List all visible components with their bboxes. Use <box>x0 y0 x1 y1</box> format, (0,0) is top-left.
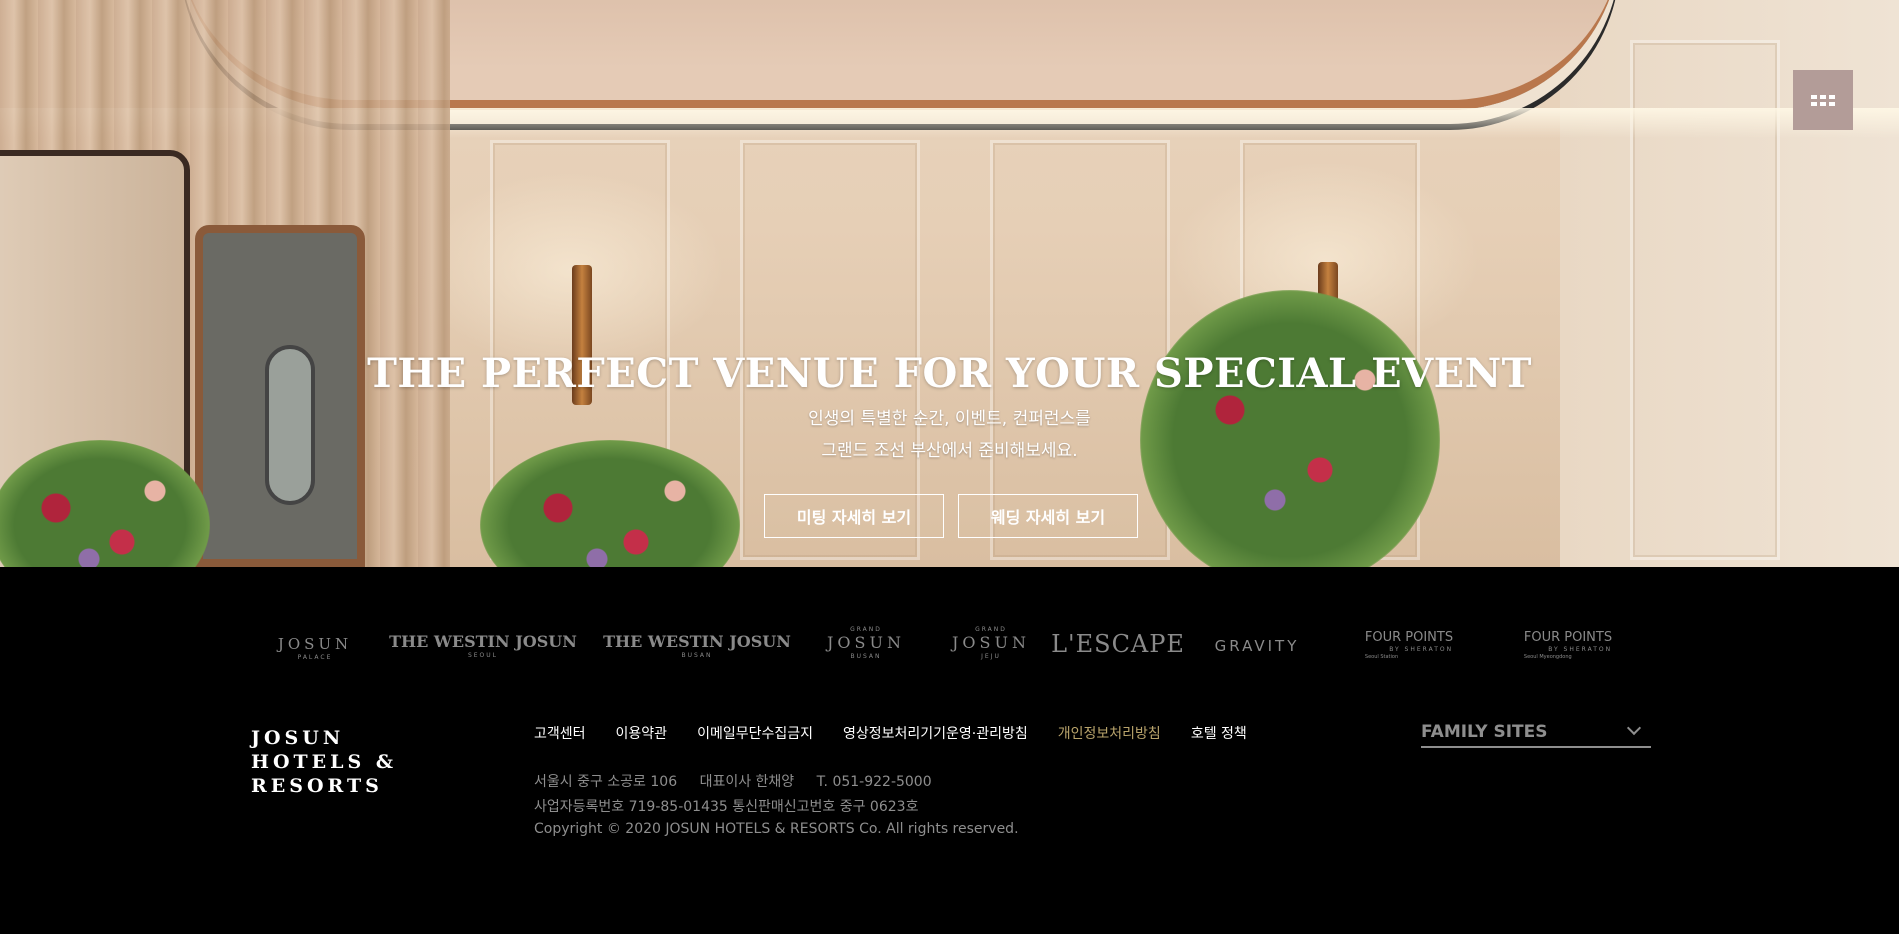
hero-subtitle-line1: 인생의 특별한 순간, 이벤트, 컨퍼런스를 <box>808 409 1091 429</box>
hero-title: THE PERFECT VENUE FOR YOUR SPECIAL EVENT <box>367 350 1532 397</box>
brand-grand-josun-busan[interactable]: GRAND JOSUN BUSAN <box>827 626 905 660</box>
nav-email-policy[interactable]: 이메일무단수집금지 <box>697 723 813 743</box>
registration-info: 사업자등록번호 719-85-01435 통신판매신고번호 중구 0623호 <box>534 799 919 815</box>
nav-customer-center[interactable]: 고객센터 <box>534 723 586 743</box>
nav-hotel-policy[interactable]: 호텔 정책 <box>1191 723 1247 743</box>
brand-four-points-myeongdong[interactable]: FOUR POINTS BY SHERATON Seoul Myeongdong <box>1524 626 1612 660</box>
logo-line: RESORTS <box>251 775 383 797</box>
brand-gravity[interactable]: GRAVITY <box>1215 636 1300 655</box>
logo-line: JOSUN <box>251 727 345 749</box>
nav-terms[interactable]: 이용약관 <box>616 723 668 743</box>
hero-subtitle-line2: 그랜드 조선 부산에서 준비해보세요. <box>821 441 1078 461</box>
chevron-down-icon <box>1626 720 1642 736</box>
grid-menu-icon <box>1811 94 1835 106</box>
menu-button[interactable] <box>1793 70 1853 130</box>
brand-logo-strip: JOSUN PALACE THE WESTIN JOSUN SEOUL THE … <box>0 610 1899 680</box>
family-sites-dropdown[interactable]: FAMILY SITES <box>1421 718 1651 748</box>
nav-privacy-policy[interactable]: 개인정보처리방침 <box>1058 723 1161 743</box>
family-sites-label: FAMILY SITES <box>1421 722 1548 742</box>
brand-westin-seoul[interactable]: THE WESTIN JOSUN SEOUL <box>389 632 577 659</box>
brand-westin-busan[interactable]: THE WESTIN JOSUN BUSAN <box>603 632 791 659</box>
brand-lescape[interactable]: L'ESCAPE <box>1051 630 1185 658</box>
address: 서울시 중구 소공로 106 <box>534 774 678 790</box>
copyright: Copyright © 2020 JOSUN HOTELS & RESORTS … <box>534 821 1019 837</box>
brand-josun-palace[interactable]: JOSUN PALACE <box>278 634 352 661</box>
josun-hotels-logo[interactable]: JOSUN HOTELS & RESORTS <box>251 726 397 798</box>
phone: T. 051-922-5000 <box>816 774 932 790</box>
nav-cctv-policy[interactable]: 영상정보처리기기운영·관리방침 <box>843 723 1028 743</box>
company-info: 서울시 중구 소공로 106 대표이사 한채양 T. 051-922-5000 <box>534 771 950 791</box>
meeting-details-button[interactable]: 미팅 자세히 보기 <box>764 494 944 538</box>
wedding-details-button[interactable]: 웨딩 자세히 보기 <box>958 494 1138 538</box>
brand-grand-josun-jeju[interactable]: GRAND JOSUN JEJU <box>952 626 1030 660</box>
footer-nav: 고객센터 이용약관 이메일무단수집금지 영상정보처리기기운영·관리방침 개인정보… <box>534 723 1277 743</box>
brand-four-points-seoul-station[interactable]: FOUR POINTS BY SHERATON Seoul Station <box>1365 626 1453 660</box>
hero-banner: THE PERFECT VENUE FOR YOUR SPECIAL EVENT… <box>0 0 1899 567</box>
logo-line: HOTELS & <box>251 751 397 773</box>
ceo: 대표이사 한채양 <box>699 774 795 790</box>
